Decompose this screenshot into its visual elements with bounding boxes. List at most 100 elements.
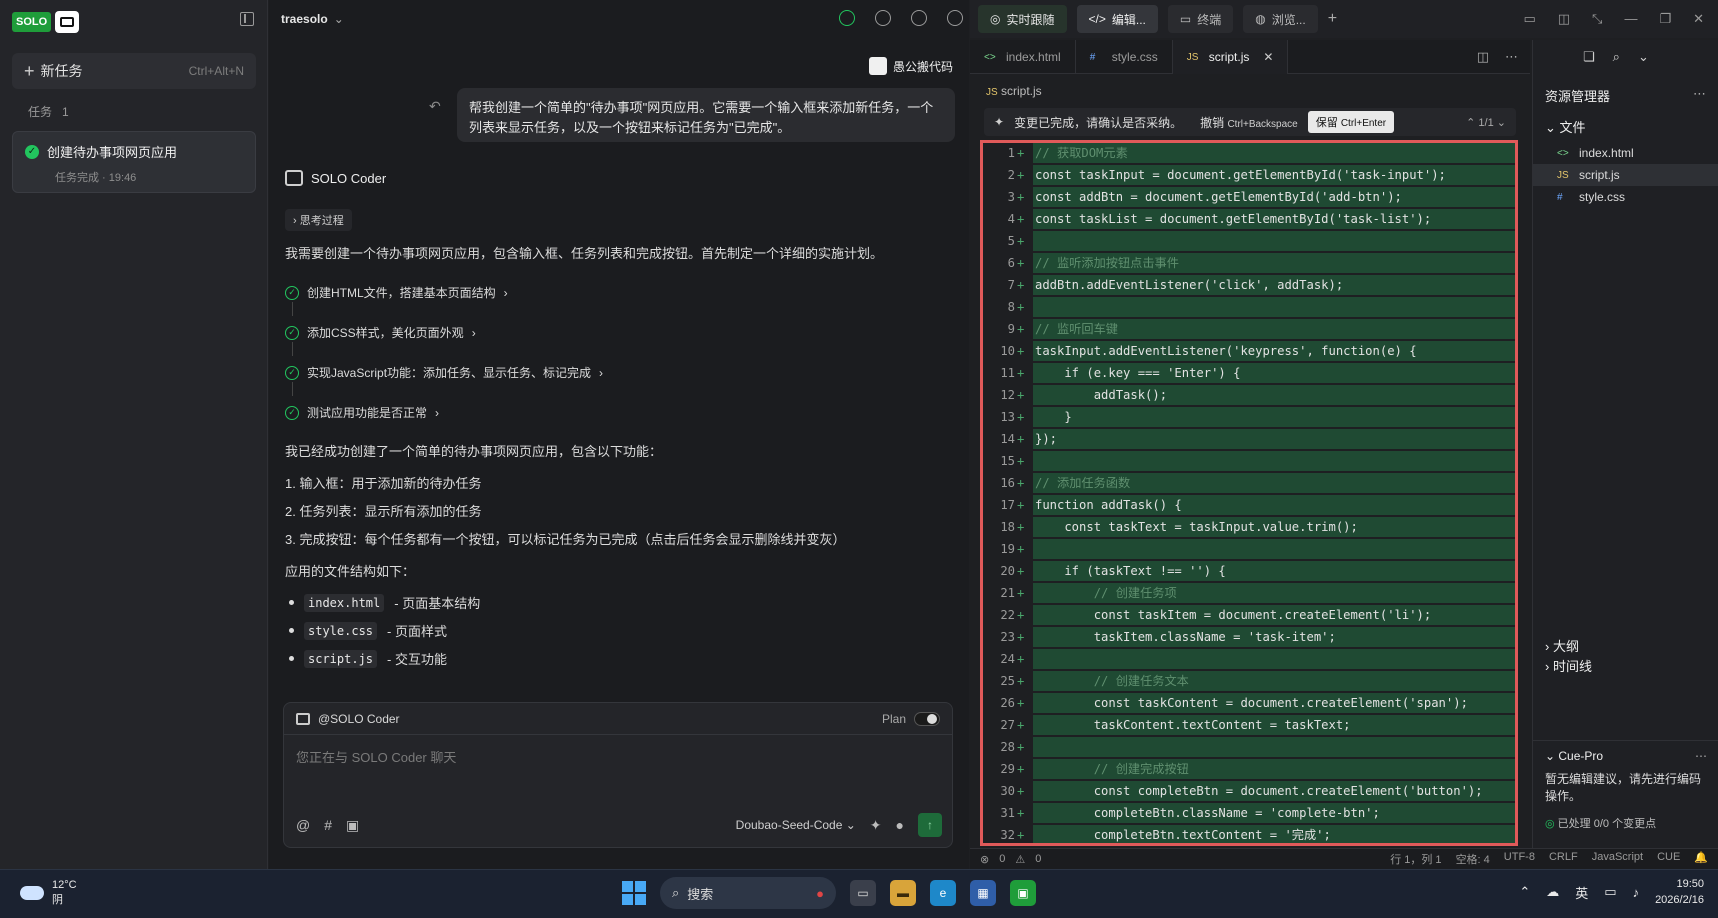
files-icon[interactable]: ❏ xyxy=(1583,49,1595,65)
code-line[interactable]: 21 + // 创建任务项 xyxy=(983,583,1515,603)
thinking-toggle[interactable]: › 思考过程 xyxy=(285,209,352,231)
warning-icon[interactable]: ⚠ xyxy=(1015,853,1025,866)
language-mode[interactable]: JavaScript xyxy=(1592,851,1643,867)
plan-step[interactable]: ✓ 添加CSS样式，美化页面外观 › xyxy=(285,324,476,341)
revoke-button[interactable]: 撤销 Ctrl+Backspace xyxy=(1200,114,1298,131)
code-line[interactable]: 8 + xyxy=(983,297,1515,317)
folder-files[interactable]: ⌄ 文件 xyxy=(1545,117,1718,136)
code-line[interactable]: 31 + completeBtn.className = 'complete-bt… xyxy=(983,803,1515,823)
code-line[interactable]: 4 + const taskList = document.getElementBy… xyxy=(983,209,1515,229)
chat-input[interactable]: 您正在与 SOLO Coder 聊天 xyxy=(284,735,952,778)
more-icon[interactable]: ⋯ xyxy=(1505,49,1518,65)
search-icon[interactable]: ⌕ xyxy=(1613,49,1620,65)
minimize-icon[interactable]: — xyxy=(1624,11,1637,27)
keep-button[interactable]: 保留 Ctrl+Enter xyxy=(1307,111,1395,133)
tab-live-follow[interactable]: ◎ 实时跟随 xyxy=(978,5,1067,33)
file-item[interactable]: # style.css xyxy=(1533,186,1718,208)
cue-header[interactable]: ⌄ Cue-Pro ⋯ xyxy=(1545,749,1707,763)
code-line[interactable]: 6 + // 监听添加按钮点击事件 xyxy=(983,253,1515,273)
code-line[interactable]: 15 + xyxy=(983,451,1515,471)
code-line[interactable]: 30 + const completeBtn = document.createE… xyxy=(983,781,1515,801)
status-icon[interactable] xyxy=(839,10,855,26)
tab-script-js[interactable]: JS script.js ✕ xyxy=(1172,40,1289,74)
timeline-section[interactable]: › 时间线 xyxy=(1545,656,1592,675)
more-icon[interactable]: ⋯ xyxy=(1693,86,1706,102)
send-button[interactable]: ↑ xyxy=(918,813,942,837)
taskbar-search[interactable]: ⌕ 搜索 ● xyxy=(660,877,836,909)
collapse-icon[interactable]: ⤡ xyxy=(1592,11,1602,27)
code-line[interactable]: 3 + const addBtn = document.getElementById… xyxy=(983,187,1515,207)
code-line[interactable]: 28 + xyxy=(983,737,1515,757)
more-icon[interactable]: ⋯ xyxy=(1695,749,1707,763)
layout-icon[interactable]: ▭ xyxy=(1523,11,1535,27)
code-line[interactable]: 9 + // 监听回车键 xyxy=(983,319,1515,339)
volume-icon[interactable]: ♪ xyxy=(1633,885,1640,900)
code-line[interactable]: 26 + const taskContent = document.createE… xyxy=(983,693,1515,713)
ime-indicator[interactable]: 英 xyxy=(1575,883,1588,902)
code-line[interactable]: 2 + const taskInput = document.getElementB… xyxy=(983,165,1515,185)
trae-app-icon[interactable]: ▣ xyxy=(1010,880,1036,906)
network-icon[interactable]: ▭ xyxy=(1604,884,1616,900)
code-line[interactable]: 20 + if (taskText !== '') { xyxy=(983,561,1515,581)
outline-section[interactable]: › 大纲 xyxy=(1545,636,1579,655)
close-icon[interactable]: ✕ xyxy=(1693,11,1704,27)
file-explorer-icon[interactable]: ▬ xyxy=(890,880,916,906)
code-line[interactable]: 19 + xyxy=(983,539,1515,559)
code-line[interactable]: 1 + // 获取DOM元素 xyxy=(983,143,1515,163)
plan-step[interactable]: ✓ 测试应用功能是否正常 › xyxy=(285,404,439,421)
tab-style-css[interactable]: # style.css xyxy=(1076,40,1173,74)
tab-editor[interactable]: </> 编辑... xyxy=(1076,5,1158,33)
code-line[interactable]: 14 +}); xyxy=(983,429,1515,449)
new-chat-icon[interactable] xyxy=(875,10,891,26)
code-line[interactable]: 5 + xyxy=(983,231,1515,251)
tab-index-html[interactable]: <> index.html xyxy=(970,40,1076,74)
agent-mention[interactable]: @SOLO Coder xyxy=(318,712,400,726)
code-line[interactable]: 18 + const taskText = taskInput.value.tri… xyxy=(983,517,1515,537)
breadcrumb-file[interactable]: script.js xyxy=(1001,84,1042,98)
code-line[interactable]: 24 + xyxy=(983,649,1515,669)
error-icon[interactable]: ⊗ xyxy=(980,853,989,866)
image-icon[interactable]: ▣ xyxy=(346,817,359,834)
collapse-sidebar-icon[interactable] xyxy=(240,12,254,26)
cursor-position[interactable]: 行 1，列 1 xyxy=(1390,851,1441,867)
tab-terminal[interactable]: ▭ 终端 xyxy=(1167,5,1234,33)
onedrive-icon[interactable]: ☁ xyxy=(1546,884,1559,900)
maximize-icon[interactable]: ❐ xyxy=(1659,11,1671,27)
split-icon[interactable]: ◫ xyxy=(1558,11,1570,27)
code-line[interactable]: 17 + function addTask() { xyxy=(983,495,1515,515)
add-tab-icon[interactable]: + xyxy=(1328,10,1337,28)
plan-step[interactable]: ✓ 创建HTML文件，搭建基本页面结构 › xyxy=(285,284,508,301)
code-line[interactable]: 13 + } xyxy=(983,407,1515,427)
code-line[interactable]: 11 + if (e.key === 'Enter') { xyxy=(983,363,1515,383)
weather-widget[interactable]: 12°C 阴 xyxy=(20,879,77,907)
at-icon[interactable]: @ xyxy=(296,817,310,833)
tab-browser[interactable]: ◍ 浏览... xyxy=(1243,5,1318,33)
model-selector[interactable]: Doubao-Seed-Code ⌄ xyxy=(736,818,856,832)
code-line[interactable]: 16 + // 添加任务函数 xyxy=(983,473,1515,493)
windows-start-icon[interactable] xyxy=(622,881,646,905)
line-ending[interactable]: CRLF xyxy=(1549,851,1578,867)
task-view-icon[interactable]: ▭ xyxy=(850,880,876,906)
code-line[interactable]: 7 + addBtn.addEventListener('click', addTa… xyxy=(983,275,1515,295)
code-line[interactable]: 27 + taskContent.textContent = taskText; xyxy=(983,715,1515,735)
edge-icon[interactable]: e xyxy=(930,880,956,906)
code-editor[interactable]: 1 +// 获取DOM元素 2 + const taskInput = document… xyxy=(980,140,1518,846)
code-line[interactable]: 12 + addTask(); xyxy=(983,385,1515,405)
task-item[interactable]: ✓ 创建待办事项网页应用 任务完成 · 19:46 xyxy=(12,131,256,193)
file-item[interactable]: <> index.html xyxy=(1533,142,1718,164)
file-item[interactable]: JS script.js xyxy=(1533,164,1718,186)
code-line[interactable]: 29 + // 创建完成按钮 xyxy=(983,759,1515,779)
new-task-button[interactable]: + 新任务 Ctrl+Alt+N xyxy=(12,53,256,89)
encoding[interactable]: UTF-8 xyxy=(1504,851,1535,867)
sparkle-icon[interactable]: ✦ xyxy=(870,817,882,834)
code-line[interactable]: 25 + // 创建任务文本 xyxy=(983,671,1515,691)
code-line[interactable]: 32 + completeBtn.textContent = '完成'; xyxy=(983,825,1515,843)
undo-icon[interactable]: ↶ xyxy=(429,98,441,115)
split-editor-icon[interactable]: ◫ xyxy=(1477,49,1489,65)
workspace-selector[interactable]: traesolo ⌄ xyxy=(281,12,344,26)
mic-icon[interactable]: ● xyxy=(896,817,904,833)
close-tab-icon[interactable]: ✕ xyxy=(1263,50,1273,64)
plan-toggle[interactable] xyxy=(914,711,940,726)
code-line[interactable]: 22 + const taskItem = document.createElem… xyxy=(983,605,1515,625)
chevron-down-icon[interactable]: ⌄ xyxy=(1638,49,1649,65)
